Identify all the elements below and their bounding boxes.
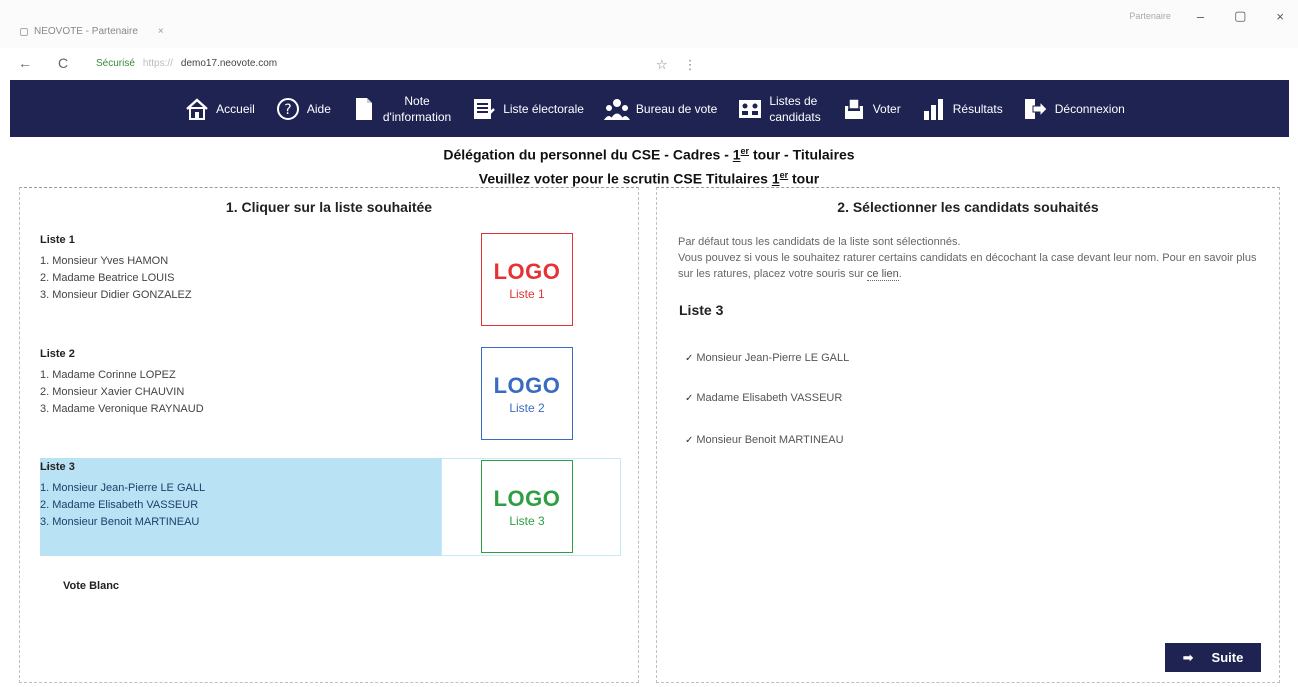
nav-bureau-de-vote[interactable]: Bureau de vote	[603, 96, 718, 122]
url-domain: demo17.neovote.com	[180, 58, 278, 69]
nav-note-information[interactable]: Note d'information	[351, 93, 451, 125]
candidate-name: Monsieur Benoit MARTINEAU	[696, 434, 844, 446]
main-navigation: Accueil ? Aide Note d'information Liste …	[10, 80, 1289, 137]
back-icon[interactable]: ←	[18, 55, 32, 71]
nav-accueil-label: Accueil	[216, 101, 255, 116]
url-protocol: https://	[142, 58, 173, 69]
suite-button-label: Suite	[1211, 650, 1244, 665]
minimize-icon[interactable]: –	[1197, 9, 1204, 24]
checkmark-icon[interactable]: ✓	[685, 435, 693, 446]
reload-icon[interactable]: C	[58, 55, 68, 71]
tab-title: NEOVOTE - Partenaire	[34, 26, 138, 37]
list-document-icon	[471, 96, 497, 122]
tab-close-icon[interactable]: ×	[158, 26, 164, 37]
liste-selection-panel: 1. Cliquer sur la liste souhaitée Liste …	[19, 187, 639, 683]
nav-aide[interactable]: ? Aide	[275, 96, 331, 122]
candidate-checkbox-2[interactable]: ✓ Madame Elisabeth VASSEUR	[685, 392, 842, 404]
browser-tab-bar: NEOVOTE - Partenaire × Partenaire – ▢ ×	[0, 0, 1298, 48]
help-icon: ?	[275, 96, 301, 122]
nav-note-line2: d'information	[382, 109, 452, 124]
browser-tab[interactable]: NEOVOTE - Partenaire ×	[20, 26, 164, 37]
nav-listes-line1: Listes de	[769, 93, 818, 108]
liste-1-logo[interactable]: LOGO Liste 1	[481, 233, 573, 326]
candidate-name: Madame Elisabeth VASSEUR	[696, 392, 843, 404]
nav-note-line1: Note	[404, 93, 430, 108]
svg-text:?: ?	[284, 102, 291, 118]
nav-deconnexion-label: Déconnexion	[1054, 101, 1125, 116]
nav-deconnexion[interactable]: Déconnexion	[1023, 96, 1125, 122]
favicon-icon	[20, 27, 28, 36]
page-title: Délégation du personnel du CSE - Cadres …	[443, 146, 855, 163]
arrow-right-icon: ➡	[1182, 649, 1194, 665]
nav-listes-line2: candidats	[769, 109, 821, 124]
candidate-checkbox-3[interactable]: ✓ Monsieur Benoit MARTINEAU	[685, 434, 844, 446]
vote-blanc-option[interactable]: Vote Blanc	[63, 580, 119, 592]
candidate-selection-panel: 2. Sélectionner les candidats souhaités …	[656, 187, 1280, 683]
close-window-icon[interactable]: ×	[1276, 9, 1284, 24]
maximize-icon[interactable]: ▢	[1234, 8, 1246, 24]
profile-label[interactable]: Partenaire	[1129, 11, 1171, 21]
candidate-checkbox-1[interactable]: ✓ Monsieur Jean-Pierre LE GALL	[685, 352, 849, 364]
nav-voter-label: Voter	[872, 101, 901, 116]
secure-label: Sécurisé	[96, 58, 135, 69]
logout-icon	[1023, 96, 1049, 122]
checkmark-icon[interactable]: ✓	[685, 393, 693, 404]
bookmark-star-icon[interactable]: ☆	[656, 57, 668, 73]
suite-button[interactable]: ➡ Suite	[1165, 643, 1261, 672]
page-subtitle: Veuillez voter pour le scrutin CSE Titul…	[478, 170, 820, 187]
nav-voter[interactable]: Voter	[841, 96, 901, 122]
left-panel-title: 1. Cliquer sur la liste souhaitée	[225, 199, 433, 215]
nav-accueil[interactable]: Accueil	[184, 96, 255, 122]
document-icon	[351, 96, 377, 122]
address-bar: ← C Sécurisé https:// demo17.neovote.com…	[0, 50, 1298, 78]
nav-resultats[interactable]: Résultats	[921, 96, 1003, 122]
browser-menu-icon[interactable]: ⋮	[684, 57, 697, 73]
nav-resultats-label: Résultats	[952, 101, 1003, 116]
nav-listes-candidats[interactable]: Listes de candidats	[737, 93, 821, 125]
ratures-help-link[interactable]: ce lien	[866, 268, 899, 281]
instructions-text: Par défaut tous les candidats de la list…	[678, 236, 1257, 281]
candidate-name: Monsieur Jean-Pierre LE GALL	[696, 352, 850, 364]
nav-liste-electorale[interactable]: Liste électorale	[471, 96, 584, 122]
checkmark-icon[interactable]: ✓	[685, 353, 693, 364]
url-field[interactable]: Sécurisé https:// demo17.neovote.com	[96, 58, 277, 69]
home-icon	[184, 96, 210, 122]
bar-chart-icon	[921, 96, 947, 122]
people-icon	[603, 96, 630, 122]
nav-liste-electorale-label: Liste électorale	[503, 101, 584, 116]
candidates-board-icon	[737, 96, 763, 122]
nav-bureau-label: Bureau de vote	[635, 101, 718, 116]
window-controls: Partenaire – ▢ ×	[1129, 8, 1284, 24]
liste-3-logo[interactable]: LOGO Liste 3	[481, 460, 573, 553]
selected-list-name: Liste 3	[679, 302, 724, 318]
nav-aide-label: Aide	[306, 101, 331, 116]
liste-2-logo[interactable]: LOGO Liste 2	[481, 347, 573, 440]
right-panel-title: 2. Sélectionner les candidats souhaités	[837, 199, 1099, 215]
ballot-box-icon	[841, 96, 867, 122]
